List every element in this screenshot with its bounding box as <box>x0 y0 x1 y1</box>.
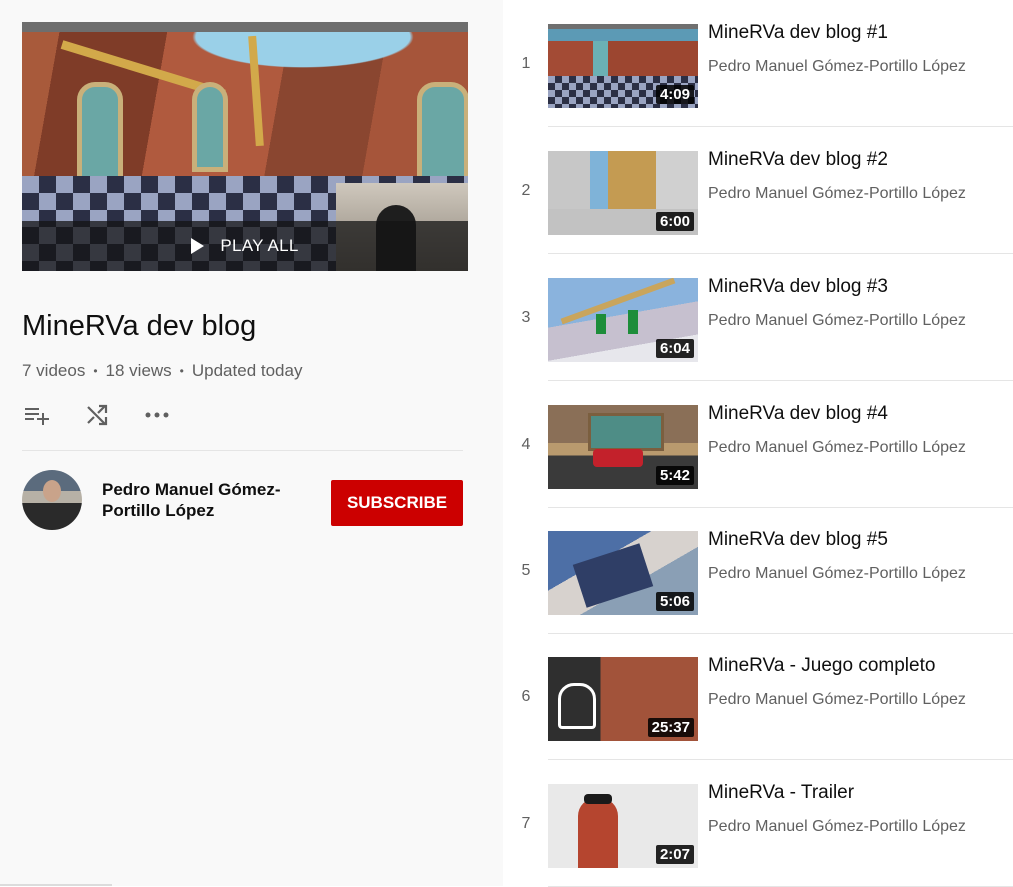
hero-scene-beam <box>248 35 264 147</box>
video-count: 7 videos <box>22 361 86 380</box>
thumbnail-scene <box>558 683 596 729</box>
video-index: 3 <box>521 309 531 326</box>
thumbnail-scene <box>560 278 676 325</box>
video-duration: 4:09 <box>655 85 694 104</box>
play-all-button[interactable]: PLAY ALL <box>22 221 468 271</box>
video-channel[interactable]: Pedro Manuel Gómez-Portillo López <box>708 565 966 583</box>
playlist-video-item[interactable]: 5 5:06 MineRVa dev blog #5 Pedro Manuel … <box>503 507 1013 634</box>
playlist-add-icon <box>25 408 49 425</box>
video-thumbnail[interactable]: 25:37 <box>548 657 698 741</box>
sidebar-divider <box>22 450 463 451</box>
shuffle-button[interactable] <box>82 400 112 430</box>
playlist-actions <box>22 400 202 430</box>
more-options-button[interactable] <box>142 400 172 430</box>
video-title[interactable]: MineRVa dev blog #2 <box>708 149 888 171</box>
thumbnail-scene <box>584 794 612 804</box>
more-horiz-icon <box>145 412 169 418</box>
video-index: 6 <box>521 688 531 705</box>
play-all-label: PLAY ALL <box>220 236 299 255</box>
video-index: 7 <box>521 815 531 832</box>
playlist-owner: Pedro Manuel Gómez-Portillo López <box>22 470 302 530</box>
video-duration: 6:04 <box>655 339 694 358</box>
playlist-video-item[interactable]: 4 5:42 MineRVa dev blog #4 Pedro Manuel … <box>503 381 1013 508</box>
hero-scene-window <box>417 82 468 187</box>
playlist-video-item[interactable]: 1 4:09 MineRVa dev blog #1 Pedro Manuel … <box>503 0 1013 127</box>
video-title[interactable]: MineRVa dev blog #1 <box>708 22 888 44</box>
playlist-hero-thumbnail[interactable]: PLAY ALL <box>22 22 468 271</box>
video-index: 2 <box>521 182 531 199</box>
video-thumbnail[interactable]: 2:07 <box>548 784 698 868</box>
video-title[interactable]: MineRVa - Juego completo <box>708 655 935 677</box>
video-title[interactable]: MineRVa dev blog #3 <box>708 276 888 298</box>
subscribe-button[interactable]: SUBSCRIBE <box>331 480 463 526</box>
video-duration: 5:06 <box>655 592 694 611</box>
playlist-video-item[interactable]: 3 6:04 MineRVa dev blog #3 Pedro Manuel … <box>503 254 1013 381</box>
stats-separator: • <box>93 364 98 378</box>
video-channel[interactable]: Pedro Manuel Gómez-Portillo López <box>708 439 966 457</box>
hero-scene-window <box>192 82 228 172</box>
thumbnail-scene <box>578 798 618 868</box>
thumbnail-scene <box>572 543 654 608</box>
hero-scene-window <box>77 82 123 187</box>
stats-separator: • <box>179 364 184 378</box>
playlist-sidebar: PLAY ALL MineRVa dev blog 7 videos • 18 … <box>0 0 503 886</box>
video-thumbnail[interactable]: 4:09 <box>548 24 698 108</box>
video-title[interactable]: MineRVa dev blog #4 <box>708 403 888 425</box>
playlist-video-item[interactable]: 7 2:07 MineRVa - Trailer Pedro Manuel Gó… <box>503 760 1013 887</box>
video-channel[interactable]: Pedro Manuel Gómez-Portillo López <box>708 818 966 836</box>
video-channel[interactable]: Pedro Manuel Gómez-Portillo López <box>708 691 966 709</box>
video-index: 4 <box>521 436 531 453</box>
video-thumbnail[interactable]: 5:42 <box>548 405 698 489</box>
thumbnail-scene <box>596 314 606 334</box>
video-duration: 2:07 <box>655 845 694 864</box>
video-index: 5 <box>521 562 531 579</box>
video-channel[interactable]: Pedro Manuel Gómez-Portillo López <box>708 312 966 330</box>
video-channel[interactable]: Pedro Manuel Gómez-Portillo López <box>708 185 966 203</box>
playlist-title: MineRVa dev blog <box>22 310 257 342</box>
video-channel[interactable]: Pedro Manuel Gómez-Portillo López <box>708 58 966 76</box>
video-duration: 25:37 <box>647 718 694 737</box>
playlist-stats: 7 videos • 18 views • Updated today <box>22 361 302 381</box>
updated-date: Updated today <box>191 361 303 380</box>
video-duration: 5:42 <box>655 466 694 485</box>
video-thumbnail[interactable]: 6:00 <box>548 151 698 235</box>
play-icon <box>191 238 205 254</box>
playlist-video-item[interactable]: 6 25:37 MineRVa - Juego completo Pedro M… <box>503 633 1013 760</box>
thumbnail-scene <box>593 449 643 467</box>
video-thumbnail[interactable]: 5:06 <box>548 531 698 615</box>
owner-name[interactable]: Pedro Manuel Gómez-Portillo López <box>102 479 302 521</box>
video-title[interactable]: MineRVa - Trailer <box>708 782 854 804</box>
shuffle-icon <box>87 404 108 426</box>
playlist-video-item[interactable]: 2 6:00 MineRVa dev blog #2 Pedro Manuel … <box>503 127 1013 254</box>
avatar[interactable] <box>22 470 82 530</box>
video-index: 1 <box>521 55 531 72</box>
thumbnail-scene <box>588 413 664 451</box>
video-title[interactable]: MineRVa dev blog #5 <box>708 529 888 551</box>
thumbnail-scene <box>628 310 638 334</box>
video-thumbnail[interactable]: 6:04 <box>548 278 698 362</box>
add-to-queue-button[interactable] <box>22 400 52 430</box>
view-count: 18 views <box>105 361 172 380</box>
video-duration: 6:00 <box>655 212 694 231</box>
